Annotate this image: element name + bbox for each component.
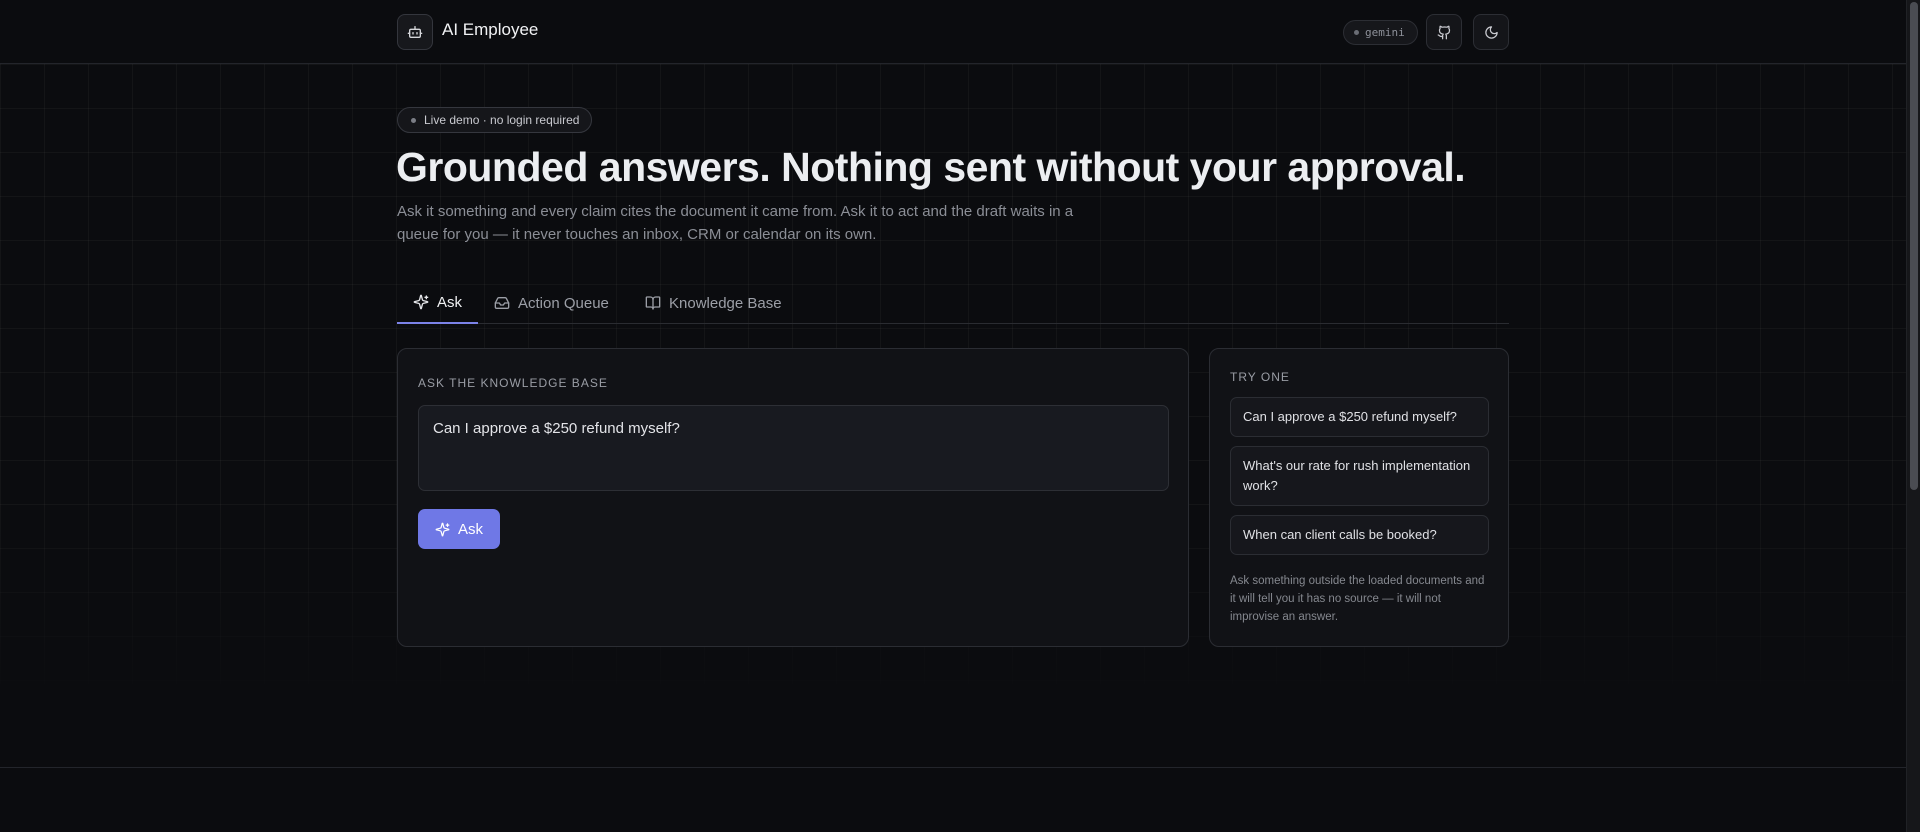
robot-icon (407, 26, 423, 38)
ask-button[interactable]: Ask (418, 509, 500, 549)
page-title: Grounded answers. Nothing sent without y… (396, 144, 1466, 190)
github-button[interactable] (1426, 14, 1462, 50)
tab-ask-label: Ask (437, 293, 463, 311)
scrollbar-thumb[interactable] (1910, 2, 1918, 490)
model-label: gemini (1365, 26, 1405, 39)
github-icon (1437, 25, 1450, 39)
theme-toggle-button[interactable] (1473, 14, 1509, 50)
ask-panel-label: ASK THE KNOWLEDGE BASE (418, 376, 608, 390)
suggestion-item[interactable]: When can client calls be booked? (1230, 515, 1489, 555)
ask-button-label: Ask (457, 520, 483, 538)
badge-text: Live demo · no login required (424, 113, 580, 127)
moon-icon (1484, 25, 1498, 39)
tab-action-queue-label: Action Queue (518, 294, 609, 312)
sparkles-icon (435, 522, 450, 536)
tab-ask[interactable]: Ask (397, 282, 479, 324)
ask-panel: ASK THE KNOWLEDGE BASE Can I approve a $… (397, 348, 1189, 647)
suggestion-item[interactable]: What's our rate for rush implementation … (1230, 446, 1489, 506)
status-dot (1354, 30, 1359, 35)
page-subtitle: Ask it something and every claim cites t… (397, 203, 1074, 243)
try-one-note: Ask something outside the loaded documen… (1230, 575, 1485, 623)
tab-action-queue[interactable]: Action Queue (478, 282, 625, 324)
tab-bar: Ask Action Queue Knowledge Base (397, 282, 1509, 324)
try-one-panel: TRY ONE Can I approve a $250 refund myse… (1209, 348, 1509, 647)
live-demo-badge: Live demo · no login required (397, 107, 593, 133)
suggestion-item[interactable]: Can I approve a $250 refund myself? (1230, 397, 1489, 437)
sparkles-icon (413, 294, 429, 310)
page-scrollbar[interactable] (1906, 0, 1920, 832)
book-icon (645, 296, 661, 310)
tab-knowledge-base[interactable]: Knowledge Base (629, 282, 798, 324)
question-input[interactable]: Can I approve a $250 refund myself? (418, 405, 1169, 491)
inbox-icon (494, 297, 510, 309)
app-title: AI Employee (442, 20, 539, 39)
badge-dot (411, 117, 416, 123)
try-one-label: TRY ONE (1230, 370, 1290, 384)
model-badge: gemini (1343, 20, 1418, 45)
tab-knowledge-base-label: Knowledge Base (669, 294, 782, 312)
logo[interactable] (397, 14, 433, 50)
top-bar: AI Employee gemini (0, 0, 1906, 64)
footer-divider (0, 767, 1906, 768)
